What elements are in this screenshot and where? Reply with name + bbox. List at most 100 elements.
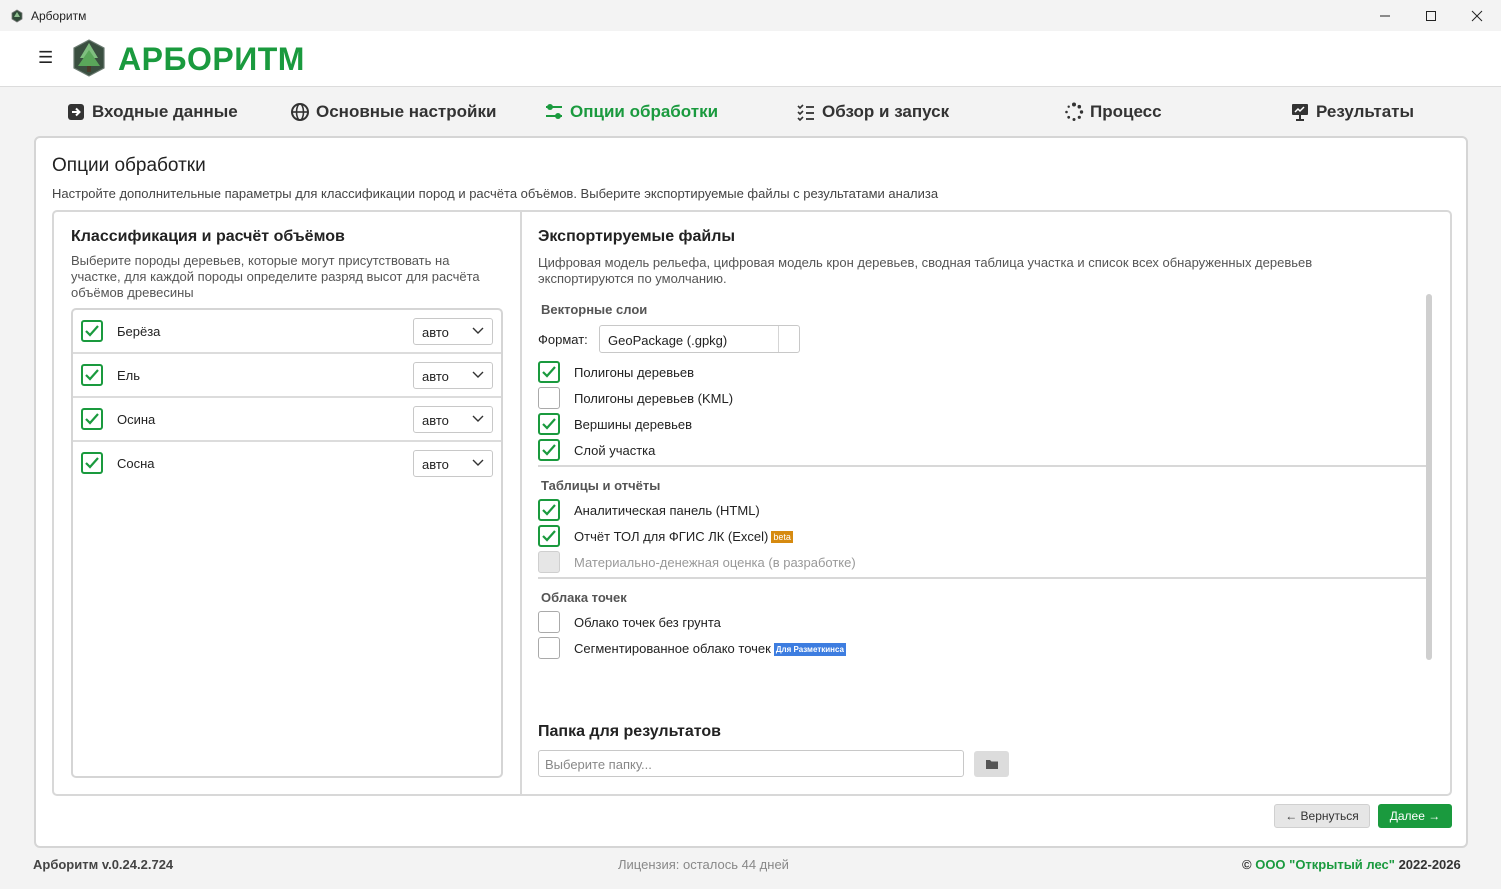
panel-divider	[520, 212, 522, 794]
option-label: Облако точек без грунта	[574, 615, 721, 630]
option-label: Аналитическая панель (HTML)	[574, 503, 760, 518]
tab-review-launch[interactable]: Обзор и запуск	[796, 96, 949, 128]
option-checkbox-disabled	[538, 551, 560, 573]
spinner-icon	[1065, 102, 1084, 121]
checkmark-icon	[85, 325, 99, 337]
close-button[interactable]	[1454, 0, 1500, 31]
option-label: Материально-денежная оценка (в разработк…	[574, 555, 856, 570]
tab-main-settings[interactable]: Основные настройки	[290, 96, 496, 128]
org-link[interactable]: ООО "Открытый лес"	[1255, 857, 1395, 872]
globe-icon	[291, 103, 309, 121]
species-row: Берёза авто	[73, 310, 501, 354]
species-checkbox[interactable]	[81, 320, 103, 342]
chevron-down-icon	[472, 327, 484, 334]
options-panels: Классификация и расчёт объёмов Выберите …	[52, 210, 1452, 796]
tab-label: Основные настройки	[316, 102, 497, 121]
checkmark-icon	[542, 530, 556, 542]
option-checkbox[interactable]	[538, 525, 560, 547]
species-name: Осина	[117, 412, 156, 427]
species-row: Сосна авто	[73, 442, 501, 486]
tab-label: Входные данные	[92, 102, 238, 121]
option-label: Полигоны деревьев	[574, 365, 695, 380]
presentation-icon	[1292, 104, 1308, 121]
hamburger-icon[interactable]: ☰	[38, 49, 54, 66]
tab-processing-options[interactable]: Опции обработки	[544, 96, 718, 128]
chevron-down-icon	[472, 415, 484, 422]
browse-folder-button[interactable]	[974, 751, 1009, 777]
logo-icon	[73, 39, 105, 77]
classification-description: Выберите породы деревьев, которые могут …	[71, 253, 480, 300]
maximize-button[interactable]	[1408, 0, 1454, 31]
height-class-select[interactable]: авто	[413, 406, 493, 433]
tables-reports-heading: Таблицы и отчёты	[541, 478, 661, 493]
page-description: Настройте дополнительные параметры для к…	[52, 186, 939, 201]
option-checkbox[interactable]	[538, 413, 560, 435]
option-label: Слой участка	[574, 443, 656, 458]
option-label: Полигоны деревьев (KML)	[574, 391, 734, 406]
app-icon	[11, 9, 23, 22]
vector-layers-heading: Векторные слои	[541, 302, 648, 317]
section-divider	[538, 465, 1429, 467]
info-badge: Для Разметкинса	[773, 643, 846, 656]
option-checkbox[interactable]	[538, 499, 560, 521]
tab-input-data[interactable]: Входные данные	[66, 96, 238, 128]
checkmark-icon	[542, 504, 556, 516]
option-label: Вершины деревьев	[574, 417, 693, 432]
checklist-icon	[797, 104, 814, 122]
copyright: © ООО "Открытый лес" 2022-2026	[1242, 857, 1461, 872]
window-title: Арборитм	[31, 8, 87, 23]
beta-badge: beta	[771, 531, 793, 543]
section-divider	[538, 577, 1429, 579]
species-checkbox[interactable]	[81, 364, 103, 386]
processing-options-card: Опции обработки Настройте дополнительные…	[34, 136, 1468, 848]
next-button[interactable]: Далее →	[1378, 804, 1452, 828]
maximize-icon	[1426, 10, 1436, 21]
app-header: ☰ АРБОРИТМ	[0, 31, 1501, 87]
species-checkbox[interactable]	[81, 452, 103, 474]
wizard-steps: Входные данные Основные настройки Опции …	[0, 96, 1501, 128]
height-class-select[interactable]: авто	[413, 450, 493, 477]
export-files-description: Цифровая модель рельефа, цифровая модель…	[538, 255, 1313, 286]
minimize-button[interactable]	[1362, 0, 1408, 31]
option-checkbox[interactable]	[538, 387, 560, 409]
back-button[interactable]: ← Вернуться	[1274, 804, 1370, 828]
chevron-down-icon	[472, 371, 484, 378]
format-value: GeoPackage (.gpkg)	[608, 333, 728, 348]
select-divider	[778, 326, 779, 352]
option-label-with-badge: Отчёт ТОЛ для ФГИС ЛК (Excel) beta	[574, 529, 793, 544]
species-row: Ель авто	[73, 354, 501, 398]
window-titlebar: Арборитм	[0, 0, 1501, 31]
option-checkbox[interactable]	[538, 611, 560, 633]
checkmark-icon	[85, 457, 99, 469]
species-checkbox[interactable]	[81, 408, 103, 430]
height-class-select[interactable]: авто	[413, 362, 493, 389]
option-label-with-badge: Сегментированное облако точек Для Разметк…	[574, 641, 846, 656]
tab-label: Опции обработки	[570, 102, 719, 121]
tab-process[interactable]: Процесс	[1064, 96, 1162, 128]
checkmark-icon	[85, 369, 99, 381]
point-clouds-heading: Облака точек	[541, 590, 627, 605]
species-name: Берёза	[117, 324, 161, 339]
export-files-title: Экспортируемые файлы	[538, 228, 736, 245]
logo-text: АРБОРИТМ	[118, 41, 305, 77]
checkmark-icon	[542, 418, 556, 430]
output-folder-title: Папка для результатов	[538, 723, 721, 740]
folder-icon	[985, 760, 998, 769]
option-checkbox[interactable]	[538, 637, 560, 659]
classification-title: Классификация и расчёт объёмов	[71, 228, 345, 245]
output-folder-input[interactable]: Выберите папку...	[538, 750, 964, 777]
species-name: Ель	[117, 368, 141, 383]
format-select[interactable]: GeoPackage (.gpkg)	[599, 325, 800, 353]
species-name: Сосна	[117, 456, 155, 471]
option-checkbox[interactable]	[538, 439, 560, 461]
checkmark-icon	[542, 444, 556, 456]
export-list-scrollbar[interactable]	[1426, 294, 1432, 660]
format-label: Формат:	[538, 332, 588, 347]
height-class-select[interactable]: авто	[413, 318, 493, 345]
tab-label: Процесс	[1090, 102, 1162, 121]
app-version: Арборитм v.0.24.2.724	[33, 857, 174, 872]
option-checkbox[interactable]	[538, 361, 560, 383]
checkmark-icon	[542, 366, 556, 378]
tab-results[interactable]: Результаты	[1290, 96, 1414, 128]
sliders-icon	[546, 104, 562, 119]
